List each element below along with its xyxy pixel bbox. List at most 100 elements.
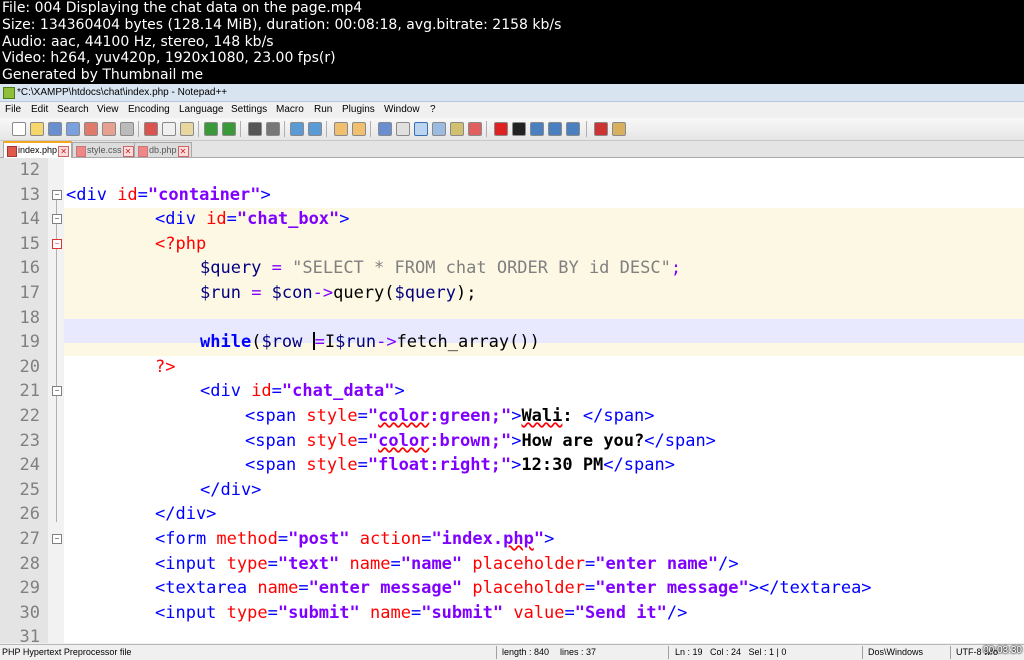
menu-run[interactable]: Run	[314, 102, 332, 118]
fold-collapse-icon[interactable]: −	[52, 214, 62, 225]
toolbar-separator	[198, 121, 199, 137]
line-number: 20	[19, 356, 40, 377]
menu-file[interactable]: File	[5, 102, 21, 118]
cut-icon[interactable]	[144, 122, 158, 136]
tab-index-php[interactable]: index.php ✕	[3, 141, 73, 159]
thumbnail-info-header: File: 004 Displaying the chat data on th…	[0, 0, 1024, 84]
play-macro-icon[interactable]	[530, 122, 544, 136]
save-icon[interactable]	[48, 122, 62, 136]
show-all-chars-icon[interactable]	[396, 122, 410, 136]
tab-label: db.php	[149, 145, 177, 155]
close-tab-icon[interactable]: ✕	[58, 146, 70, 157]
doc-map-icon[interactable]	[450, 122, 464, 136]
close-all-icon[interactable]	[102, 122, 116, 136]
find-icon[interactable]	[248, 122, 262, 136]
code-text: <input type="submit" name="submit" value…	[155, 602, 688, 623]
menu-language[interactable]: Language	[179, 102, 224, 118]
code-text: <textarea name="enter message" placehold…	[155, 578, 872, 599]
status-divider	[496, 646, 497, 659]
lang-icon[interactable]	[432, 122, 446, 136]
modified-file-icon	[7, 146, 17, 157]
menu-settings[interactable]: Settings	[231, 102, 267, 118]
code-editor[interactable]: 12 13 − <div id="container"> 14 − <div i…	[0, 158, 1024, 643]
zoom-in-icon[interactable]	[290, 122, 304, 136]
status-eol: Dos\Windows	[868, 647, 924, 657]
redo-icon[interactable]	[222, 122, 236, 136]
title-bar[interactable]: *C:\XAMPP\htdocs\chat\index.php - Notepa…	[0, 84, 1024, 102]
code-line: 13 − <div id="container">	[0, 183, 1024, 208]
status-position: Ln : 19 Col : 24 Sel : 1 | 0	[675, 647, 787, 657]
code-text: <div id="container">	[66, 184, 271, 205]
fold-collapse-icon[interactable]: −	[52, 238, 62, 249]
fold-collapse-icon[interactable]: −	[52, 386, 62, 397]
save-macro-icon[interactable]	[566, 122, 580, 136]
generator-info-line: Generated by Thumbnail me	[2, 67, 204, 84]
tab-bar: index.php ✕ style.css ✕ db.php ✕	[0, 141, 1024, 159]
code-text: <div id="chat_data">	[200, 381, 405, 402]
code-line: 23 <span style="color:brown;">How are yo…	[0, 429, 1024, 454]
close-tab-icon[interactable]: ✕	[122, 146, 134, 157]
close-tab-icon[interactable]: ✕	[177, 146, 189, 157]
zoom-out-icon[interactable]	[308, 122, 322, 136]
menu-window[interactable]: Window	[384, 102, 420, 118]
stop-macro-icon[interactable]	[512, 122, 526, 136]
line-number: 30	[19, 602, 40, 623]
toolbar-separator	[138, 121, 139, 137]
menu-view[interactable]: View	[97, 102, 119, 118]
menu-help[interactable]: ?	[430, 102, 436, 118]
toolbar-separator	[284, 121, 285, 137]
record-macro-icon[interactable]	[494, 122, 508, 136]
open-file-icon[interactable]	[30, 122, 44, 136]
code-line-current: 19 while($row =I$run->fetch_array())	[0, 330, 1024, 355]
menu-macro[interactable]: Macro	[276, 102, 304, 118]
new-file-icon[interactable]	[12, 122, 26, 136]
undo-icon[interactable]	[204, 122, 218, 136]
status-divider	[668, 646, 669, 659]
line-number: 23	[19, 430, 40, 451]
status-length: length : 840	[502, 647, 550, 657]
save-all-icon[interactable]	[66, 122, 80, 136]
menu-encoding[interactable]: Encoding	[128, 102, 170, 118]
spellcheck-icon[interactable]	[594, 122, 608, 136]
code-text: $run = $con->query($query);	[200, 283, 477, 303]
replace-icon[interactable]	[266, 122, 280, 136]
line-number: 25	[19, 479, 40, 500]
menu-edit[interactable]: Edit	[31, 102, 48, 118]
code-line: 27 − <form method="post" action="index.p…	[0, 527, 1024, 552]
menu-plugins[interactable]: Plugins	[342, 102, 375, 118]
code-text: <span style="color:brown;">How are you?<…	[245, 430, 716, 451]
code-line: 18	[0, 306, 1024, 331]
code-line: 31	[0, 625, 1024, 643]
word-wrap-icon[interactable]	[378, 122, 392, 136]
tab-db-php[interactable]: db.php ✕	[134, 142, 192, 157]
close-icon[interactable]	[84, 122, 98, 136]
status-bar: PHP Hypertext Preprocessor file length :…	[0, 644, 1024, 660]
toolbar-separator	[486, 121, 487, 137]
run-macro-multiple-icon[interactable]	[548, 122, 562, 136]
fold-collapse-icon[interactable]: −	[52, 534, 62, 544]
code-line: 28 <input type="text" name="name" placeh…	[0, 552, 1024, 577]
line-number: 15	[19, 233, 40, 254]
fold-collapse-icon[interactable]: −	[52, 189, 62, 200]
function-list-icon[interactable]	[468, 122, 482, 136]
sync-vertical-icon[interactable]	[334, 122, 348, 136]
line-number: 26	[19, 504, 40, 525]
indent-guide-icon[interactable]	[414, 122, 428, 136]
copy-icon[interactable]	[162, 122, 176, 136]
tab-style-css[interactable]: style.css ✕	[72, 142, 137, 157]
status-divider	[950, 646, 951, 659]
print-icon[interactable]	[120, 122, 134, 136]
code-text[interactable]: while($row =I$run->fetch_array())	[200, 330, 540, 354]
line-number: 19	[19, 332, 40, 353]
code-text: <span style="color:green;">Wali: </span>	[245, 406, 655, 426]
menu-bar: File Edit Search View Encoding Language …	[0, 102, 1024, 118]
status-divider	[862, 646, 863, 659]
plugin-icon[interactable]	[612, 122, 626, 136]
menu-search[interactable]: Search	[57, 102, 89, 118]
code-text: <form method="post" action="index.php">	[155, 529, 555, 549]
code-line: 26 </div>	[0, 502, 1024, 527]
paste-icon[interactable]	[180, 122, 194, 136]
sync-horizontal-icon[interactable]	[352, 122, 366, 136]
code-line: 14 − <div id="chat_box">	[0, 207, 1024, 232]
line-number: 17	[19, 283, 40, 303]
